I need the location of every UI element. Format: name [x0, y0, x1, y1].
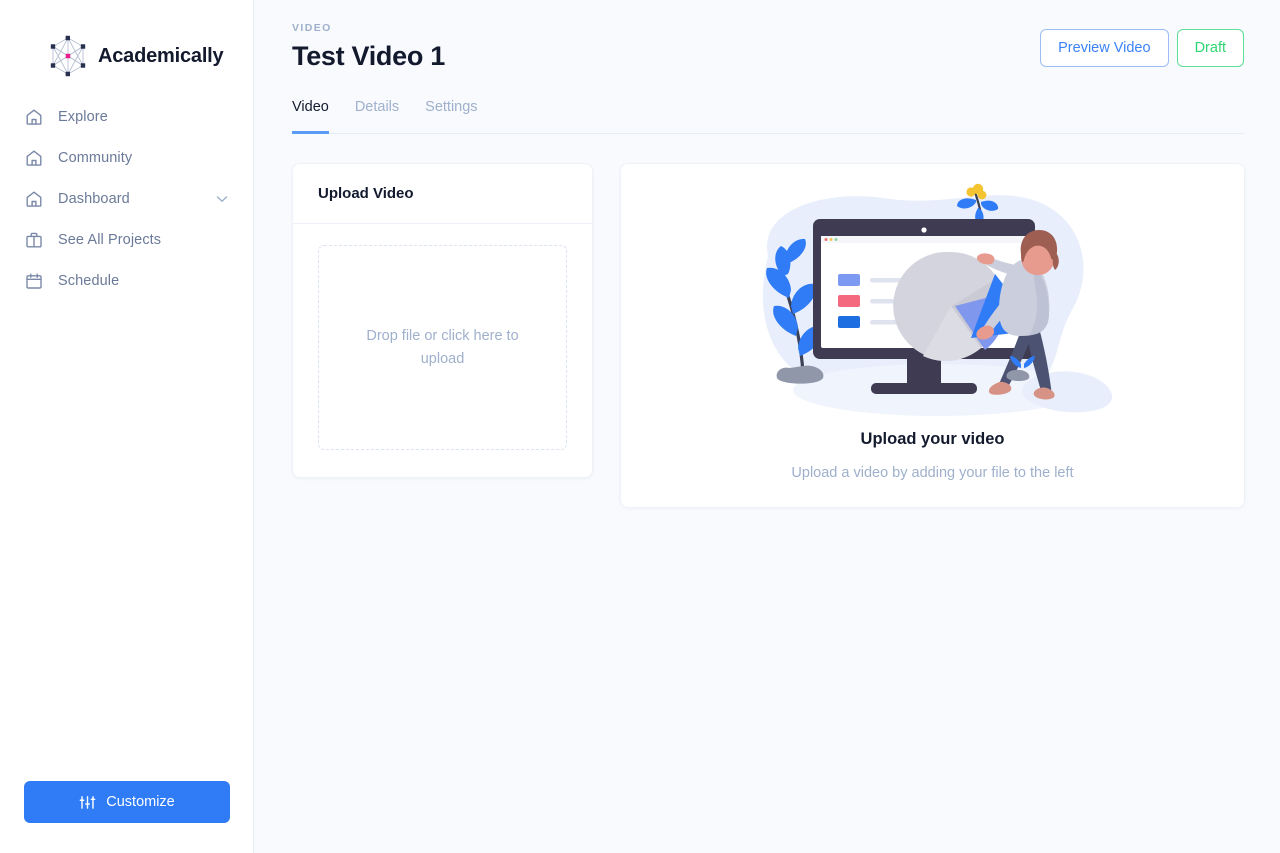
tab-details[interactable]: Details	[355, 99, 399, 134]
sidebar-item-dashboard[interactable]: Dashboard	[0, 178, 253, 219]
file-dropzone-label: Drop file or click here to upload	[366, 328, 519, 367]
tab-panel-video: Upload Video Drop file or click here to …	[292, 163, 1245, 508]
sidebar-item-see-all-projects[interactable]: See All Projects	[0, 219, 253, 260]
tab-video[interactable]: Video	[292, 99, 329, 134]
hexagon-network-icon	[48, 35, 88, 77]
home-icon	[24, 107, 44, 127]
brand[interactable]: Academically	[0, 0, 253, 84]
main-content: VIDEO Test Video 1 Preview Video Draft V…	[254, 0, 1280, 853]
header-actions: Preview Video Draft	[1040, 22, 1244, 67]
preview-card-subtitle: Upload a video by adding your file to th…	[791, 465, 1074, 481]
preview-video-button[interactable]: Preview Video	[1040, 29, 1169, 67]
sidebar: Academically Explore Community Dashboard…	[0, 0, 254, 853]
sidebar-item-schedule[interactable]: Schedule	[0, 260, 253, 301]
home-icon	[24, 148, 44, 168]
app-root: Academically Explore Community Dashboard…	[0, 0, 1280, 853]
sidebar-item-community[interactable]: Community	[0, 137, 253, 178]
home-icon	[24, 189, 44, 209]
preview-card-title: Upload your video	[860, 430, 1005, 448]
briefcase-icon	[24, 230, 44, 250]
chevron-down-icon[interactable]	[215, 192, 229, 206]
tab-bar: Video Details Settings	[292, 99, 1244, 134]
customize-button[interactable]: Customize	[24, 781, 230, 823]
sidebar-item-label: Schedule	[58, 272, 120, 289]
sidebar-item-label: Community	[58, 149, 133, 166]
sliders-icon	[79, 794, 96, 811]
file-dropzone[interactable]: Drop file or click here to upload	[318, 245, 567, 450]
sidebar-item-explore[interactable]: Explore	[0, 96, 253, 137]
customize-section: Customize	[0, 781, 253, 853]
sidebar-nav: Explore Community Dashboard See All Proj…	[0, 96, 253, 301]
calendar-icon	[24, 271, 44, 291]
upload-video-card: Upload Video Drop file or click here to …	[292, 163, 593, 478]
page-header-text: VIDEO Test Video 1	[292, 22, 445, 72]
page-header: VIDEO Test Video 1 Preview Video Draft	[292, 22, 1244, 72]
draft-status-button[interactable]: Draft	[1176, 29, 1244, 67]
brand-name: Academically	[98, 44, 224, 67]
sidebar-item-label: Explore	[58, 108, 108, 125]
page-title: Test Video 1	[292, 41, 445, 71]
tab-settings[interactable]: Settings	[425, 99, 477, 134]
sidebar-item-label: See All Projects	[58, 231, 162, 248]
breadcrumb-eyebrow: VIDEO	[292, 22, 332, 34]
sidebar-item-label: Dashboard	[58, 190, 130, 207]
customize-button-label: Customize	[106, 794, 175, 810]
video-preview-card: Upload your video Upload a video by addi…	[620, 163, 1245, 508]
person-pulling-pie-chart-slice-from-monitor-icon	[733, 178, 1133, 438]
upload-video-card-body: Drop file or click here to upload	[293, 224, 592, 477]
upload-video-card-title: Upload Video	[293, 164, 592, 224]
